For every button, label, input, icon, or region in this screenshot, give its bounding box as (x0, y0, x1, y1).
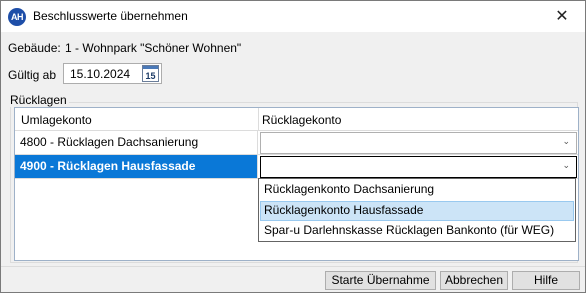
dropdown-option-highlighted[interactable]: Rücklagenkonto Hausfassade (260, 201, 574, 221)
chevron-down-icon[interactable]: ⌄ (562, 136, 570, 147)
dropdown-option[interactable]: Rücklagenkonto Dachsanierung (260, 180, 574, 200)
cancel-button[interactable]: Abbrechen (440, 271, 508, 290)
ruecklagen-group-label: Rücklagen (8, 93, 69, 107)
title-bar: AH Beschlusswerte übernehmen ✕ (1, 1, 585, 32)
help-button[interactable]: Hilfe (512, 271, 580, 290)
grid-header: Umlagekonto Rücklagekonto (15, 108, 578, 131)
calendar-icon[interactable]: 15 (142, 65, 159, 82)
table-row[interactable]: 4900 - Rücklagen Hausfassade ⌄ (15, 155, 578, 179)
ruecklagekonto-select[interactable]: ⌄ (260, 156, 577, 178)
umlagekonto-cell[interactable]: 4800 - Rücklagen Dachsanierung (15, 131, 258, 154)
table-row[interactable]: 4800 - Rücklagen Dachsanierung ⌄ (15, 131, 578, 155)
close-icon[interactable]: ✕ (539, 1, 585, 32)
umlagekonto-text: 4800 - Rücklagen Dachsanierung (20, 135, 199, 149)
ruecklagekonto-dropdown-list: Rücklagenkonto Dachsanierung Rücklagenko… (258, 178, 576, 242)
gueltig-ab-label: Gültig ab (8, 68, 57, 82)
calendar-day: 15 (145, 71, 156, 81)
gebaeude-label: Gebäude: (8, 41, 61, 55)
date-value: 15.10.2024 (70, 67, 131, 81)
gebaeude-value: 1 - Wohnpark "Schöner Wohnen" (65, 41, 242, 55)
umlagekonto-cell[interactable]: 4900 - Rücklagen Hausfassade (15, 155, 258, 178)
dropdown-option[interactable]: Spar-u Darlehnskasse Rücklagen Bankonto … (260, 221, 574, 241)
app-logo-icon: AH (8, 8, 26, 26)
gueltig-ab-date-field[interactable]: 15.10.2024 15 (63, 63, 162, 84)
chevron-down-icon[interactable]: ⌄ (562, 160, 570, 171)
umlagekonto-text: 4900 - Rücklagen Hausfassade (20, 159, 196, 173)
footer-divider (1, 266, 585, 267)
ruecklagekonto-select[interactable]: ⌄ (260, 132, 577, 154)
start-import-button[interactable]: Starte Übernahme (325, 271, 436, 290)
dialog-window: AH Beschlusswerte übernehmen ✕ Gebäude: … (0, 0, 586, 293)
column-header-umlagekonto[interactable]: Umlagekonto (21, 113, 92, 127)
window-title: Beschlusswerte übernehmen (33, 9, 188, 23)
column-header-ruecklagekonto[interactable]: Rücklagekonto (262, 113, 341, 127)
